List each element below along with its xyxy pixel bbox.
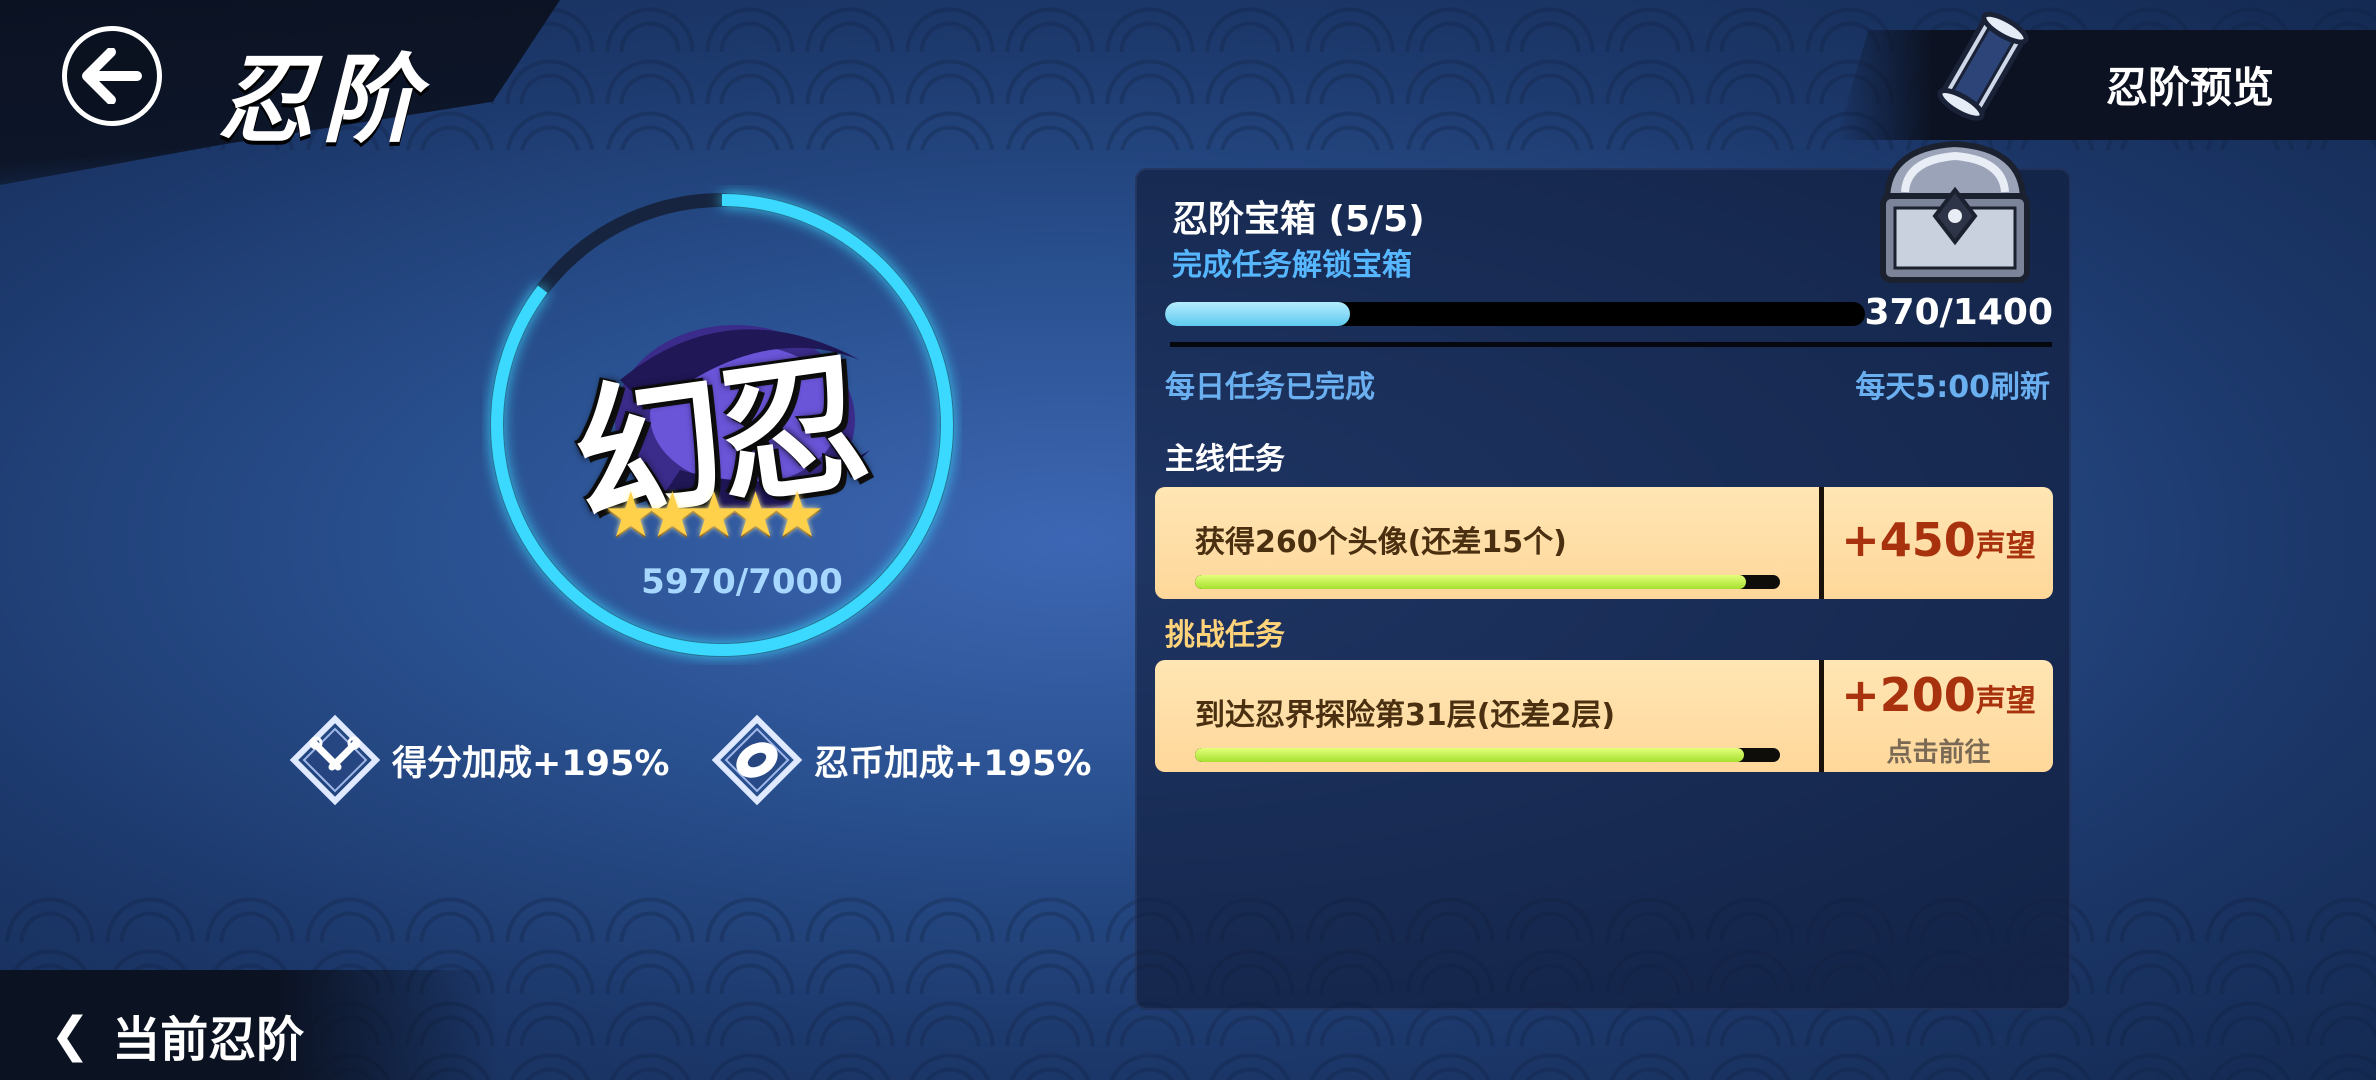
page-title: 忍阶 (218, 43, 426, 156)
task-progress-bar (1195, 575, 1780, 589)
treasure-chest-icon[interactable] (1865, 130, 2045, 295)
score-bonus-label: 得分加成+195% (392, 743, 670, 784)
back-button[interactable] (62, 26, 162, 126)
rank-stars: ★★★★★ (603, 478, 825, 551)
score-bonus: 得分加成+195% (288, 710, 669, 810)
coin-bonus-label: 忍币加成+195% (814, 743, 1092, 784)
reward-unit: 声望 (1975, 529, 2036, 564)
go-button[interactable]: 点击前往 (1824, 732, 2053, 769)
task-progress-fill (1195, 575, 1747, 589)
task-progress-fill (1195, 748, 1745, 762)
chevron-left-icon: ❮ (50, 1007, 91, 1063)
main-task-heading: 主线任务 (1165, 442, 1285, 477)
challenge-task-heading: 挑战任务 (1165, 618, 1285, 653)
divider (1170, 342, 2052, 347)
kunai-icon (289, 714, 381, 806)
chest-subtitle: 完成任务解锁宝箱 (1172, 248, 1412, 283)
chest-title: 忍阶宝箱 (5/5) (1172, 199, 1425, 240)
reward-unit: 声望 (1975, 684, 2036, 719)
task-card-challenge[interactable]: 到达忍界探险第31层(还差2层) +200声望 点击前往 (1155, 660, 2053, 772)
rank-preview-button[interactable]: 忍阶预览 (2106, 54, 2274, 115)
task-description: 获得260个头像(还差15个) (1195, 525, 1567, 560)
task-description: 到达忍界探险第31层(还差2层) (1195, 698, 1616, 733)
chest-progress-fill (1165, 302, 1350, 326)
reward-amount: +200 (1841, 668, 1976, 722)
current-rank-button[interactable]: ❮ 当前忍阶 (50, 1000, 304, 1070)
chest-progress-bar (1165, 302, 1865, 326)
reward-amount: +450 (1841, 513, 1976, 567)
scroll-icon[interactable] (1922, 8, 2042, 128)
coin-icon (711, 714, 803, 806)
task-reward: +450声望 (1824, 513, 2053, 567)
coin-bonus: 忍币加成+195% (710, 710, 1091, 810)
daily-status: 每日任务已完成 (1165, 370, 1375, 405)
arrow-left-icon (82, 48, 142, 104)
task-progress-bar (1195, 748, 1780, 762)
task-card-main: 获得260个头像(还差15个) +450声望 (1155, 487, 2053, 599)
current-rank-label: 当前忍阶 (112, 1012, 305, 1068)
task-reward: +200声望 (1824, 668, 2053, 722)
refresh-time: 每天5:00刷新 (1855, 370, 2050, 405)
chest-progress-count: 370/1400 (1864, 292, 2054, 333)
